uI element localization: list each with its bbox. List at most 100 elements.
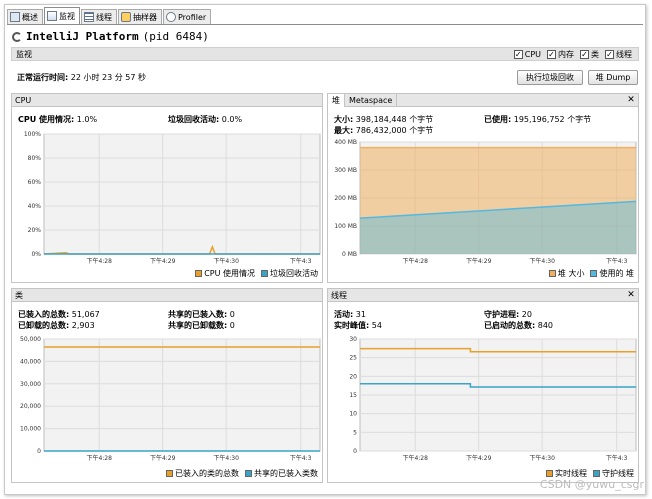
stat-value: 31 bbox=[355, 310, 366, 319]
heap-max: 最大: 786,432,000 个字节 bbox=[334, 125, 433, 136]
heap-dump-button[interactable]: 堆 Dump bbox=[588, 70, 638, 85]
x-tick-label: 下午4:3 bbox=[606, 257, 628, 265]
tab-profiler[interactable]: Profiler bbox=[163, 9, 212, 24]
stat-value: 0.0% bbox=[221, 115, 243, 124]
tab-heap[interactable]: 堆 bbox=[328, 93, 345, 107]
checkbox[interactable]: ✓ bbox=[513, 49, 523, 59]
y-tick-label: 10 bbox=[349, 411, 357, 418]
check-threads[interactable]: ✓ 线程 bbox=[605, 49, 632, 60]
y-tick-label: 20 bbox=[349, 373, 357, 380]
panel-header: 堆 Metaspace ✕ bbox=[328, 93, 638, 107]
x-tick-label: 下午4:28 bbox=[402, 454, 428, 462]
y-tick-label: 300 MB bbox=[334, 167, 357, 174]
x-tick-label: 下午4:29 bbox=[150, 454, 176, 462]
y-tick-label: 50,000 bbox=[20, 336, 41, 343]
threads-live: 活动: 31 bbox=[334, 309, 382, 320]
legend-item: 堆 大小 bbox=[548, 268, 585, 279]
uptime: 正常运行时间: 22 小时 23 分 57 秒 bbox=[17, 72, 146, 83]
stat-label: CPU 使用情况: bbox=[18, 115, 75, 124]
legend-label: 实时线程 bbox=[555, 469, 587, 478]
y-tick-label: 30,000 bbox=[20, 381, 41, 388]
check-memory[interactable]: ✓ 内存 bbox=[547, 49, 574, 60]
y-tick-label: 0% bbox=[31, 251, 41, 258]
close-icon[interactable]: ✕ bbox=[626, 95, 636, 105]
y-tick-label: 0 MB bbox=[342, 251, 357, 258]
legend-swatch bbox=[548, 270, 556, 277]
legend-label: 共享的已装入类数 bbox=[254, 469, 318, 478]
x-tick-label: 下午4:3 bbox=[606, 454, 628, 462]
stat-label: 已装入的总数: bbox=[18, 310, 70, 319]
legend-label: 使用的 堆 bbox=[599, 269, 634, 278]
stat-label: 已卸载的总数: bbox=[18, 321, 70, 330]
heap-chart: 400 MB 300 MB 200 MB 100 MB 0 MB 下午4:28 下午4:29… bbox=[334, 139, 637, 265]
classes-unloaded: 已卸载的总数: 2,903 bbox=[18, 320, 100, 331]
check-label: 线程 bbox=[616, 49, 632, 59]
legend-swatch bbox=[245, 470, 252, 477]
tab-monitor[interactable]: 监视 bbox=[44, 7, 80, 24]
overview-icon bbox=[10, 12, 20, 22]
stat-value: 2,903 bbox=[71, 321, 95, 330]
sampler-icon bbox=[121, 12, 131, 22]
x-tick-label: 下午4:29 bbox=[150, 257, 176, 265]
check-label: 类 bbox=[591, 49, 599, 59]
watermark: CSDN @yuwu_csgr bbox=[539, 478, 644, 491]
checkbox[interactable]: ✓ bbox=[580, 49, 589, 59]
check-cpu[interactable]: ✓ CPU bbox=[513, 49, 541, 59]
y-tick-label: 20,000 bbox=[20, 403, 41, 410]
stat-label: 共享的已装入数: bbox=[168, 310, 228, 319]
stat-label: 活动: bbox=[334, 310, 354, 319]
y-tick-label: 40% bbox=[28, 203, 42, 210]
gc-button[interactable]: 执行垃圾回收 bbox=[517, 70, 583, 85]
heap-stats-left: 大小: 398,184,448 个字节 最大: 786,432,000 个字节 bbox=[334, 114, 433, 136]
x-tick-label: 下午4:3 bbox=[290, 454, 312, 462]
tab-sampler[interactable]: 抽样器 bbox=[118, 9, 162, 24]
tab-label: 线程 bbox=[96, 12, 112, 22]
stat-label: 共享的已卸载数: bbox=[168, 321, 228, 330]
tab-metaspace[interactable]: Metaspace bbox=[345, 93, 398, 107]
y-tick-label: 5 bbox=[353, 429, 357, 436]
refresh-icon bbox=[12, 31, 22, 42]
x-tick-label: 下午4:30 bbox=[529, 454, 555, 462]
x-tick-label: 下午4:28 bbox=[402, 257, 428, 265]
tab-threads[interactable]: 线程 bbox=[81, 9, 117, 24]
classes-stats-right: 共享的已装入数: 0 共享的已卸载数: 0 bbox=[168, 309, 235, 331]
legend-swatch bbox=[593, 470, 600, 477]
classes-panel: 类 已装入的总数: 51,067 已卸载的总数: 2,903 共享的已装入数: … bbox=[11, 288, 323, 483]
legend-item: CPU 使用情况 bbox=[195, 268, 255, 279]
stat-label: 已使用: bbox=[484, 115, 512, 124]
stat-value: 786,432,000 个字节 bbox=[355, 126, 434, 135]
y-tick-label: 40,000 bbox=[20, 358, 41, 365]
panel-header: 类 bbox=[12, 289, 322, 302]
panel-header: 线程 ✕ bbox=[328, 289, 638, 302]
app-pid: (pid 6484) bbox=[142, 30, 209, 43]
check-classes[interactable]: ✓ 类 bbox=[580, 49, 599, 60]
stat-label: 最大: bbox=[334, 126, 354, 135]
tab-bar: 概述 监视 线程 抽样器 Profiler bbox=[7, 7, 212, 24]
uptime-value: 22 小时 23 分 57 秒 bbox=[70, 73, 147, 82]
tab-label: 监视 bbox=[59, 11, 75, 21]
panel-header: CPU bbox=[12, 94, 322, 107]
y-tick-label: 0 bbox=[37, 448, 41, 455]
checkbox[interactable]: ✓ bbox=[547, 49, 556, 59]
y-tick-label: 200 MB bbox=[334, 195, 357, 202]
checkbox[interactable]: ✓ bbox=[605, 49, 614, 59]
x-tick-label: 下午4:30 bbox=[529, 257, 555, 265]
legend-label: 垃圾回收活动 bbox=[270, 269, 318, 278]
cpu-usage: CPU 使用情况: 1.0% bbox=[18, 114, 97, 125]
x-tick-label: 下午4:28 bbox=[86, 257, 112, 265]
x-tick-label: 下午4:28 bbox=[86, 454, 112, 462]
stat-label: 实时峰值: bbox=[334, 321, 370, 330]
shared-unloaded: 共享的已卸载数: 0 bbox=[168, 320, 235, 331]
legend-item: 垃圾回收活动 bbox=[261, 268, 318, 279]
tab-label: 抽样器 bbox=[133, 12, 157, 22]
legend-label: 已装入的类的总数 bbox=[175, 469, 239, 478]
stat-label: 垃圾回收活动: bbox=[168, 115, 220, 124]
stat-value: 0 bbox=[229, 310, 235, 319]
heap-panel: 堆 Metaspace ✕ 大小: 398,184,448 个字节 最大: 78… bbox=[327, 93, 639, 283]
legend-label: 堆 大小 bbox=[557, 269, 585, 278]
stat-label: 大小: bbox=[334, 115, 354, 124]
threads-peak: 实时峰值: 54 bbox=[334, 320, 382, 331]
stat-value: 54 bbox=[371, 321, 382, 330]
tab-overview[interactable]: 概述 bbox=[7, 9, 43, 24]
close-icon[interactable]: ✕ bbox=[626, 290, 636, 300]
